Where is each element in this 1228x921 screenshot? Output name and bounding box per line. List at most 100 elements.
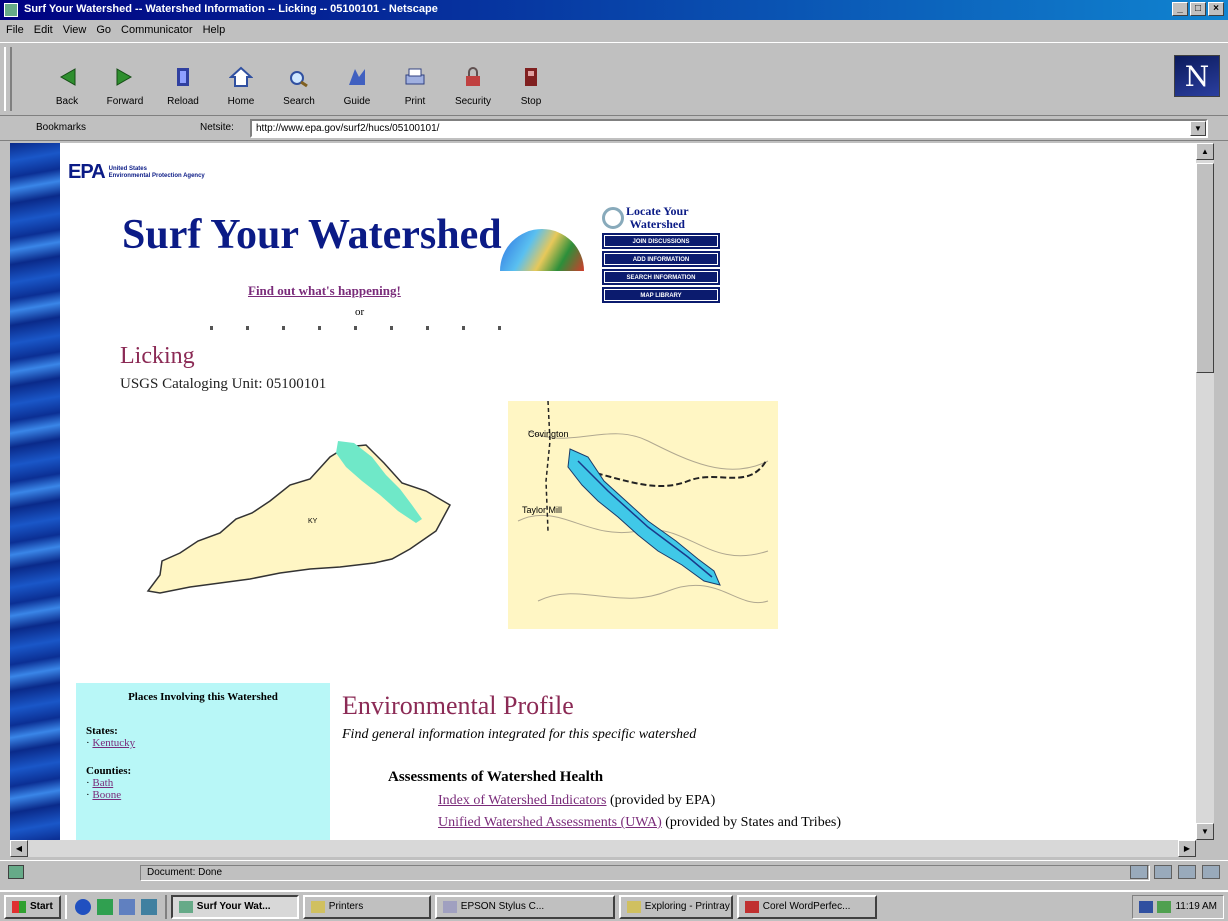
start-label: Start <box>30 901 53 912</box>
county-link-bath[interactable]: Bath <box>92 777 113 789</box>
menu-go[interactable]: Go <box>96 24 111 36</box>
menu-file[interactable]: File <box>6 24 24 36</box>
assessment-note: (provided by States and Tribes) <box>661 815 842 830</box>
window-title: Surf Your Watershed -- Watershed Informa… <box>24 3 438 15</box>
ky-label: KY <box>308 518 318 525</box>
index-watershed-indicators-link[interactable]: Index of Watershed Indicators <box>438 793 607 808</box>
maximize-button[interactable]: □ <box>1190 2 1206 16</box>
close-button[interactable]: × <box>1208 2 1224 16</box>
outlook-express-icon[interactable] <box>96 898 113 915</box>
security-button[interactable]: Security <box>444 49 502 111</box>
url-field[interactable]: http://www.epa.gov/surf2/hucs/05100101/ … <box>250 119 1208 138</box>
start-button[interactable]: Start <box>4 894 61 919</box>
magnifier-icon <box>602 207 624 229</box>
menu-help[interactable]: Help <box>203 24 226 36</box>
stop-button[interactable]: Stop <box>502 49 560 111</box>
windows-logo-icon <box>12 900 26 913</box>
states-label: States: <box>86 725 118 737</box>
vertical-scroll-thumb[interactable] <box>1196 163 1214 373</box>
join-discussions-button[interactable]: JOIN DISCUSSIONS <box>602 233 720 249</box>
search-button[interactable]: Search <box>270 49 328 111</box>
search-information-button[interactable]: SEARCH INFORMATION <box>602 269 720 285</box>
home-icon <box>228 64 254 90</box>
status-bar: Document: Done <box>0 860 1228 882</box>
reload-button[interactable]: Reload <box>154 49 212 111</box>
menu-communicator[interactable]: Communicator <box>121 24 193 36</box>
component-bar-mail-icon[interactable] <box>1154 865 1172 879</box>
find-out-link[interactable]: Find out what's happening! <box>248 283 401 299</box>
horizontal-scrollbar[interactable]: ◀ ▶ <box>10 840 1196 857</box>
locate-watershed-panel: Locate Your Watershed JOIN DISCUSSIONS A… <box>602 205 720 303</box>
window-title-bar[interactable]: Surf Your Watershed -- Watershed Informa… <box>0 0 1228 20</box>
kentucky-state-map[interactable]: KY <box>140 433 460 603</box>
status-text: Document: Done <box>140 865 1150 881</box>
clipped-text-row <box>210 326 510 330</box>
menu-bar: File Edit View Go Communicator Help <box>0 20 225 40</box>
print-button[interactable]: Print <box>386 49 444 111</box>
component-bar-discussion-icon[interactable] <box>1178 865 1196 879</box>
quick-launch <box>64 894 167 919</box>
wordperfect-icon <box>744 900 759 913</box>
guide-button[interactable]: Guide <box>328 49 386 111</box>
or-text: or <box>355 306 365 318</box>
county-item: · Bath <box>86 777 114 789</box>
task-exploring-printray[interactable]: Exploring - Printray <box>618 894 733 919</box>
back-arrow-icon <box>54 64 80 90</box>
task-printers[interactable]: Printers <box>302 894 431 919</box>
home-button[interactable]: Home <box>212 49 270 111</box>
minimize-button[interactable]: _ <box>1172 2 1188 16</box>
forward-button[interactable]: Forward <box>96 49 154 111</box>
county-link-boone[interactable]: Boone <box>92 789 121 801</box>
tray-monitor-icon[interactable] <box>1139 900 1154 913</box>
state-link-kentucky[interactable]: Kentucky <box>92 737 135 749</box>
locate-title-line2[interactable]: Watershed <box>626 218 689 231</box>
add-information-button[interactable]: ADD INFORMATION <box>602 251 720 267</box>
internet-explorer-icon[interactable] <box>74 898 91 915</box>
bookmarks-button[interactable]: Bookmarks <box>36 122 86 133</box>
printer-icon <box>442 900 457 913</box>
watershed-detail-map[interactable]: Covington Taylor Mill <box>508 401 778 629</box>
epa-agency-line2: Environmental Protection Agency <box>108 172 205 179</box>
netscape-task-icon <box>178 900 193 913</box>
channels-icon[interactable] <box>140 898 157 915</box>
task-epson-stylus[interactable]: EPSON Stylus C... <box>434 894 615 919</box>
watershed-name: Licking <box>120 343 195 369</box>
toolbar-grip[interactable] <box>4 47 12 111</box>
task-surf-your-watershed[interactable]: Surf Your Wat... <box>170 894 299 919</box>
epa-logo[interactable]: EPA United States Environmental Protecti… <box>68 161 205 184</box>
security-status-icon[interactable] <box>8 865 24 879</box>
explorer-icon <box>626 900 641 913</box>
show-desktop-icon[interactable] <box>118 898 135 915</box>
site-banner: Surf Your Watershed <box>122 212 502 258</box>
component-bar-navigator-icon[interactable] <box>1130 865 1148 879</box>
menu-edit[interactable]: Edit <box>34 24 53 36</box>
netscape-app-icon[interactable] <box>4 3 18 17</box>
scroll-right-button[interactable]: ▶ <box>1178 840 1196 857</box>
clock[interactable]: 11:19 AM <box>1175 901 1217 912</box>
vertical-scrollbar[interactable]: ▲ ▼ <box>1196 143 1214 840</box>
netscape-logo[interactable]: N <box>1174 55 1220 97</box>
task-label: Corel WordPerfec... <box>762 901 851 912</box>
scroll-down-button[interactable]: ▼ <box>1196 823 1214 840</box>
component-bar-composer-icon[interactable] <box>1202 865 1220 879</box>
covington-label: Covington <box>528 429 569 439</box>
unified-watershed-assessments-link[interactable]: Unified Watershed Assessments (UWA) <box>438 815 662 830</box>
map-library-button[interactable]: MAP LIBRARY <box>602 287 720 303</box>
task-label: Printers <box>328 901 364 912</box>
back-button[interactable]: Back <box>38 49 96 111</box>
tray-network-icon[interactable] <box>1157 900 1172 913</box>
netsite-label: Netsite: <box>200 122 234 133</box>
environmental-profile-subtitle: Find general information integrated for … <box>342 727 697 742</box>
scroll-up-button[interactable]: ▲ <box>1196 143 1214 160</box>
url-dropdown-arrow[interactable]: ▼ <box>1190 121 1206 136</box>
task-label: Exploring - Printray <box>644 901 730 912</box>
assessment-note: (provided by EPA) <box>606 793 716 808</box>
assessment-row: Unified Watershed Assessments (UWA) (pro… <box>438 815 841 831</box>
assessment-row: Index of Watershed Indicators (provided … <box>438 793 715 809</box>
counties-label: Counties: <box>86 765 132 777</box>
task-corel-wordperfect[interactable]: Corel WordPerfec... <box>736 894 877 919</box>
scroll-left-button[interactable]: ◀ <box>10 840 28 857</box>
places-panel: Places Involving this Watershed States: … <box>76 683 330 840</box>
menu-view[interactable]: View <box>63 24 87 36</box>
guide-icon <box>344 64 370 90</box>
